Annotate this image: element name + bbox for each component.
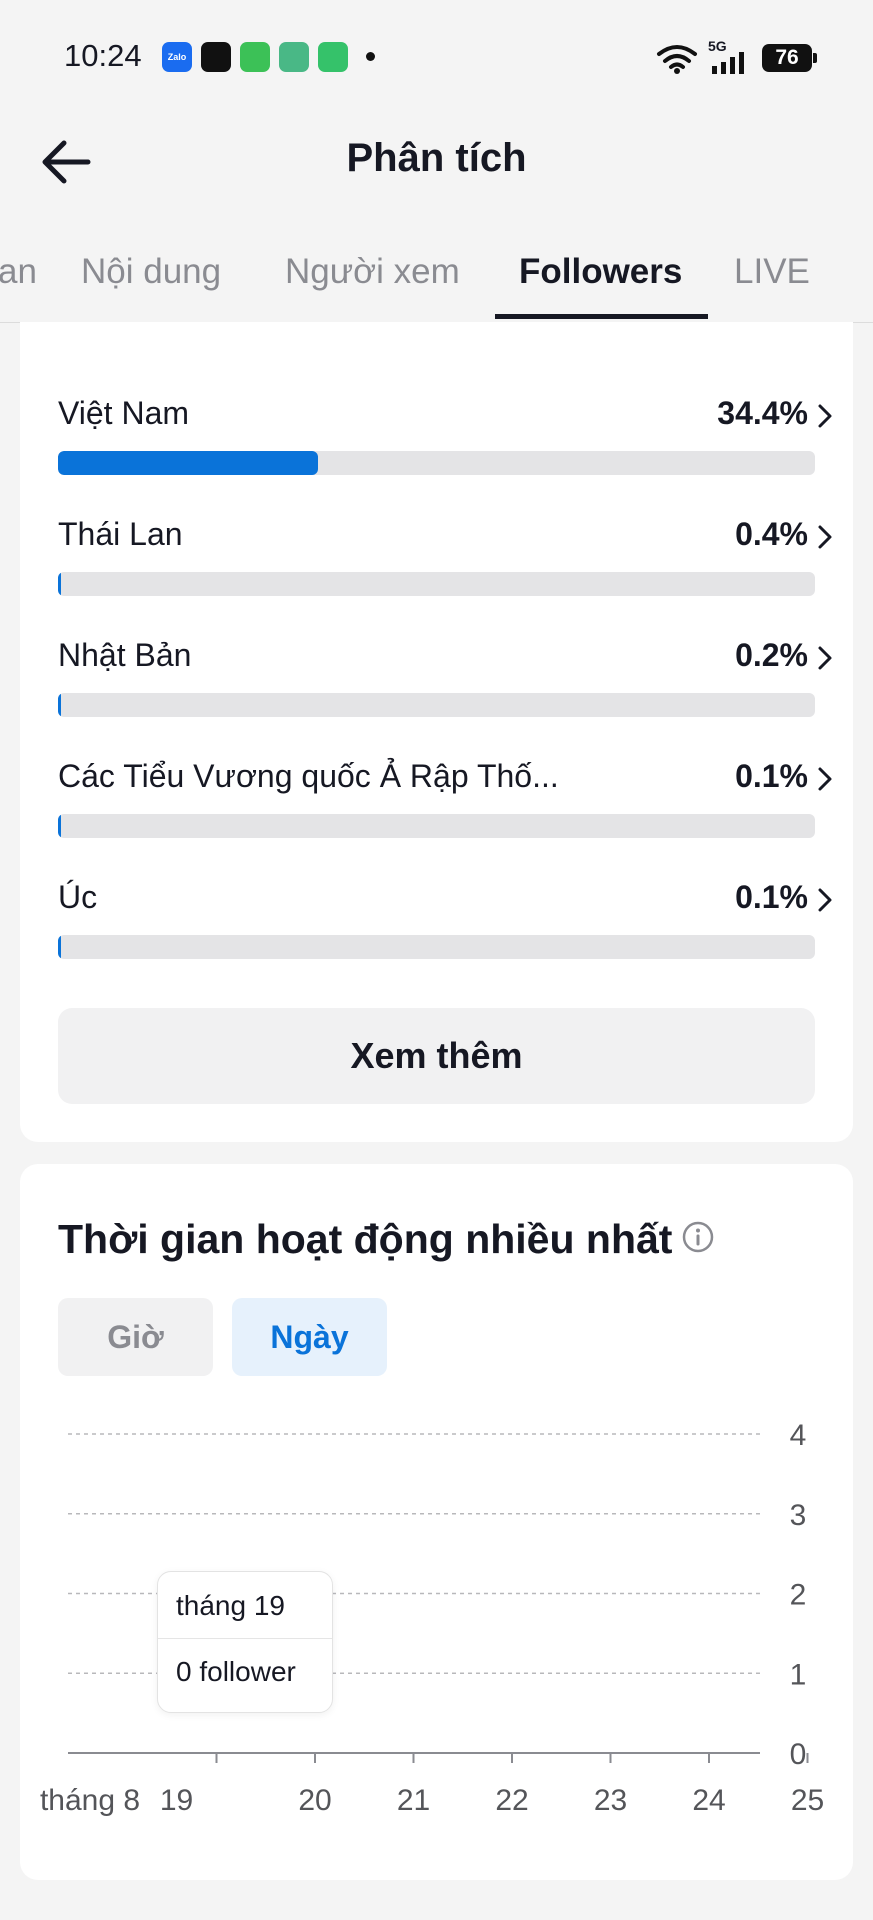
progress-fill <box>58 814 61 838</box>
page-title: Phân tích <box>346 136 527 180</box>
country-row[interactable]: Các Tiểu Vương quốc Ả Rập Thố... 0.1% <box>58 758 836 868</box>
zalo-icon: Zalo <box>162 42 192 72</box>
progress-track <box>58 935 815 959</box>
country-percent: 0.4% <box>735 516 808 552</box>
y-tick-label: 2 <box>790 1579 807 1612</box>
country-percent: 0.1% <box>735 879 808 915</box>
y-tick-label: 0 <box>790 1738 807 1771</box>
progress-track <box>58 451 815 475</box>
most-active-times-card: Thời gian hoạt động nhiều nhất Giờ Ngày … <box>20 1164 853 1880</box>
country-percent: 0.2% <box>735 637 808 673</box>
signal-icon <box>712 52 744 74</box>
tooltip-value: 0 follower <box>176 1656 296 1687</box>
chevron-right-icon <box>818 525 832 549</box>
battery-saver-icon <box>318 42 348 72</box>
x-tick-label: tháng 8 <box>40 1784 140 1817</box>
y-tick-label: 4 <box>790 1419 807 1452</box>
battery-level: 76 <box>775 46 799 69</box>
tab-live[interactable]: LIVE <box>734 252 810 292</box>
progress-track <box>58 693 815 717</box>
y-tick-label: 1 <box>790 1658 807 1691</box>
top-bar: Phân tích <box>0 110 873 210</box>
notification-dot-icon <box>366 52 375 61</box>
chevron-right-icon <box>818 888 832 912</box>
tab-viewers[interactable]: Người xem <box>285 252 460 292</box>
country-name: Úc <box>58 879 98 915</box>
chart-tooltip: tháng 19 0 follower <box>157 1571 333 1713</box>
x-tick-label: 21 <box>397 1784 430 1817</box>
x-tick-label: 25 <box>791 1784 824 1817</box>
country-row[interactable]: Việt Nam 34.4% <box>58 395 836 505</box>
status-bar: 10:24 Zalo 5G 76 <box>0 0 873 110</box>
download-icon <box>279 42 309 72</box>
progress-fill <box>58 572 62 596</box>
chevron-right-icon <box>818 646 832 670</box>
x-tick-label: 22 <box>495 1784 528 1817</box>
x-tick-label: 20 <box>298 1784 331 1817</box>
progress-fill <box>58 935 61 959</box>
y-tick-label: 3 <box>790 1499 807 1532</box>
country-name: Thái Lan <box>58 516 183 552</box>
zalo-label: Zalo <box>167 52 187 62</box>
active-tab-indicator <box>495 314 708 319</box>
progress-track <box>58 572 815 596</box>
x-tick-label: 24 <box>692 1784 725 1817</box>
country-name: Nhật Bản <box>58 637 192 673</box>
battery-icon: 76 <box>762 44 817 72</box>
chevron-right-icon <box>818 767 832 791</box>
country-name: Các Tiểu Vương quốc Ả Rập Thố... <box>58 758 559 794</box>
wifi-icon <box>657 45 697 74</box>
status-time: 10:24 <box>64 38 142 73</box>
chevron-right-icon <box>818 404 832 428</box>
progress-fill <box>58 693 61 717</box>
tab-bar: an Nội dung Người xem Followers LIVE <box>0 222 873 323</box>
progress-fill <box>58 451 319 475</box>
activity-chart: 01234tháng 8 19 20 21 22 23 24 25 <box>40 1419 824 1817</box>
country-name: Việt Nam <box>58 395 190 431</box>
country-row[interactable]: Úc 0.1% <box>58 879 836 989</box>
progress-track <box>58 814 815 838</box>
country-row[interactable]: Nhật Bản 0.2% <box>58 637 836 747</box>
see-more-button[interactable]: Xem thêm <box>58 1008 815 1104</box>
tooltip-divider <box>158 1638 332 1639</box>
top-countries-card: Việt Nam 34.4% Thái Lan 0.4% Nhật Bản 0.2% Các… <box>20 322 853 1142</box>
tab-content[interactable]: Nội dung <box>81 252 221 292</box>
x-tick-label: 23 <box>594 1784 627 1817</box>
bottom-edge <box>0 1880 873 1920</box>
tab-followers[interactable]: Followers <box>519 252 682 292</box>
tab-overview-partial[interactable]: an <box>0 252 37 292</box>
country-percent: 0.1% <box>735 758 808 794</box>
x-tick-label: 19 <box>160 1784 193 1817</box>
tiktok-icon <box>201 42 231 72</box>
messages-icon <box>240 42 270 72</box>
tooltip-date: tháng 19 <box>176 1590 285 1621</box>
country-row[interactable]: Thái Lan 0.4% <box>58 516 836 626</box>
country-percent: 34.4% <box>717 395 808 431</box>
